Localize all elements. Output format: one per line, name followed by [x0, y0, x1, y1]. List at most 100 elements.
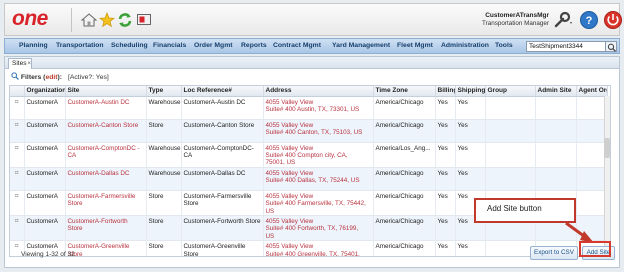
cell-billing: Yes: [435, 215, 456, 242]
cell-loc-reference: CustomerA-Fortworth Store: [181, 215, 264, 242]
user-role: Transportation Manager: [482, 20, 549, 27]
nav-order-mgmt[interactable]: Order Mgmt: [194, 42, 233, 49]
cell-organization: CustomerA: [24, 215, 66, 242]
address-line: Suite# 400 Fortworth, TX, 76199,: [265, 225, 359, 233]
cell-agent-org: [576, 215, 608, 242]
table-row[interactable]: ⌗ CustomerA CustomerA-Austin DC Warehouse Cu…: [10, 96, 608, 120]
nav-planning[interactable]: Planning: [19, 42, 48, 49]
sites-table: Organization Site Type Loc Reference# Ad…: [10, 86, 608, 256]
row-delete-icon[interactable]: ⌗: [10, 215, 25, 242]
nav-reports[interactable]: Reports: [241, 42, 267, 49]
record-count: Viewing 1-32 of 32: [21, 251, 75, 258]
cell-address[interactable]: 4055 Valley View Suite# 400 Compton city,…: [263, 142, 374, 168]
cell-type: Store: [146, 215, 182, 242]
col-header-address[interactable]: Address: [263, 86, 374, 97]
help-icon[interactable]: ?: [579, 10, 599, 30]
row-delete-icon[interactable]: ⌗: [10, 119, 25, 143]
main-nav: Planning Transportation Scheduling Finan…: [4, 38, 620, 54]
col-header-organization[interactable]: Organization: [24, 86, 66, 97]
cell-billing: Yes: [435, 142, 456, 168]
home-icon[interactable]: [81, 12, 97, 28]
tab-sites[interactable]: Sites×: [8, 58, 32, 69]
cell-group: [485, 167, 536, 191]
cell-agent-org: [576, 167, 608, 191]
nav-administration[interactable]: Administration: [441, 42, 489, 49]
cell-time-zone: America/Chicago: [373, 190, 436, 216]
cell-site-link[interactable]: CustomerA-Farmersville Store: [65, 190, 147, 216]
col-header-group[interactable]: Group: [485, 86, 536, 97]
row-delete-icon[interactable]: ⌗: [10, 96, 25, 120]
svg-text:?: ?: [586, 15, 593, 27]
cell-organization: CustomerA: [24, 119, 66, 143]
nav-scheduling[interactable]: Scheduling: [111, 42, 148, 49]
cell-address[interactable]: 4055 Valley View Suite# 400 Canton, TX, 7…: [263, 119, 374, 143]
col-header-time-zone[interactable]: Time Zone: [373, 86, 436, 97]
sites-panel: Sites× Filters (edit): [Active?: Yes] Or…: [4, 56, 620, 268]
nav-fleet-mgmt[interactable]: Fleet Mgmt: [397, 42, 433, 49]
export-csv-button[interactable]: Export to CSV: [530, 246, 578, 260]
cell-site-link[interactable]: CustomerA-Austin DC: [65, 96, 147, 120]
cell-loc-reference: CustomerA-Dallas DC: [181, 167, 264, 191]
scrollbar-thumb[interactable]: [604, 138, 610, 158]
cell-agent-org: [576, 190, 608, 216]
col-header-loc-reference[interactable]: Loc Reference#: [181, 86, 264, 97]
cell-address[interactable]: 4055 Valley View Suite# 400 Farmersville,…: [263, 190, 374, 216]
cell-agent-org: [576, 119, 608, 143]
cell-loc-reference: CustomerA-Austin DC: [181, 96, 264, 120]
cell-site-link[interactable]: CustomerA-Fortworth Store: [65, 215, 147, 242]
cell-site-link[interactable]: CustomerA-Canton Store: [65, 119, 147, 143]
grid-vertical-scrollbar[interactable]: [604, 96, 610, 256]
cell-admin-site: [535, 96, 577, 120]
cell-site-link[interactable]: CustomerA-Dallas DC: [65, 167, 147, 191]
col-header-billing[interactable]: Billing: [435, 86, 456, 97]
global-search-input[interactable]: TestShipment3344: [526, 41, 606, 52]
cell-billing: Yes: [435, 96, 456, 120]
power-logout-icon[interactable]: [603, 10, 623, 30]
col-header-agent-org[interactable]: Agent Org: [576, 86, 608, 97]
address-line: US: [265, 207, 275, 215]
cell-site-link[interactable]: CustomerA-ComptonDC -CA: [65, 142, 147, 168]
refresh-icon[interactable]: [117, 12, 133, 28]
table-row[interactable]: ⌗ CustomerA CustomerA-ComptonDC -CA Warehou…: [10, 142, 608, 168]
filters-edit-link[interactable]: edit: [45, 74, 57, 81]
cell-address[interactable]: 4055 Valley View Suite# 400 Fortworth, TX…: [263, 215, 374, 242]
table-row[interactable]: ⌗ CustomerA CustomerA-Dallas DC Warehouse Cu…: [10, 167, 608, 191]
row-delete-icon[interactable]: ⌗: [10, 142, 25, 168]
cell-group: [485, 142, 536, 168]
user-info[interactable]: CustomerATransMgr Transportation Manager: [482, 12, 549, 28]
col-header-select: [10, 86, 25, 97]
row-delete-icon[interactable]: ⌗: [10, 190, 25, 216]
cell-agent-org: [576, 96, 608, 120]
table-row[interactable]: ⌗ CustomerA CustomerA-Canton Store Store Cus…: [10, 119, 608, 143]
col-header-admin-site[interactable]: Admin Site: [535, 86, 577, 97]
nav-contract-mgmt[interactable]: Contract Mgmt: [273, 42, 321, 49]
cell-address[interactable]: 4055 Valley View Suite# 400 Dallas, TX, 7…: [263, 167, 374, 191]
tab-close-icon[interactable]: ×: [27, 61, 31, 67]
grid-footer: Viewing 1-32 of 32 Export to CSV Add Sit…: [5, 239, 619, 267]
nav-yard-management[interactable]: Yard Management: [332, 42, 390, 49]
col-header-site[interactable]: Site: [65, 86, 147, 97]
cell-address[interactable]: 4055 Valley View Suite# 400 Austin, TX, 7…: [263, 96, 374, 120]
screen-flag-icon[interactable]: [136, 12, 152, 28]
cell-organization: CustomerA: [24, 190, 66, 216]
address-line: 4055 Valley View: [265, 192, 314, 200]
cell-billing: Yes: [435, 190, 456, 216]
nav-financials[interactable]: Financials: [153, 42, 186, 49]
sites-grid: Organization Site Type Loc Reference# Ad…: [9, 85, 611, 257]
favorites-star-icon[interactable]: [99, 12, 115, 28]
cell-billing: Yes: [435, 167, 456, 191]
cell-organization: CustomerA: [24, 142, 66, 168]
search-button[interactable]: [605, 41, 617, 52]
address-line: Suite# 400 Austin, TX, 73301, US: [265, 105, 360, 113]
cell-time-zone: America/Chicago: [373, 96, 436, 120]
tools-wrench-icon[interactable]: [552, 10, 574, 30]
nav-tools[interactable]: Tools: [495, 42, 513, 49]
address-line: 4055 Valley View: [265, 217, 314, 225]
app-logo[interactable]: one: [12, 7, 48, 31]
col-header-shipping[interactable]: Shipping: [455, 86, 486, 97]
cell-loc-reference: CustomerA-Canton Store: [181, 119, 264, 143]
row-delete-icon[interactable]: ⌗: [10, 167, 25, 191]
address-line: 4055 Valley View: [265, 169, 314, 177]
nav-transportation[interactable]: Transportation: [56, 42, 104, 49]
col-header-type[interactable]: Type: [146, 86, 182, 97]
